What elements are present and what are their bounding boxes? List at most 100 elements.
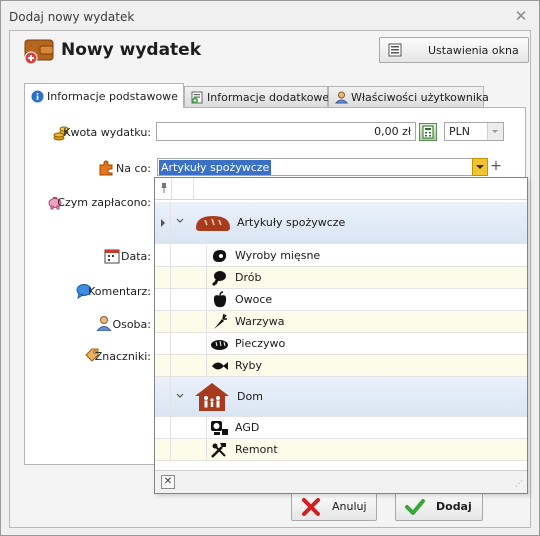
amount-value: 0,00 zł [374, 125, 411, 138]
item-label: Owoce [235, 293, 273, 306]
tools-icon [211, 443, 226, 458]
bread-icon [196, 216, 230, 231]
calculator-icon [422, 125, 434, 139]
appliance-icon [211, 421, 228, 435]
currency-value: PLN [449, 125, 470, 138]
category-combo[interactable]: Artykuły spożywcze [157, 158, 473, 176]
amount-input[interactable]: 0,00 zł [156, 122, 416, 141]
group-row[interactable]: Dom [155, 377, 527, 417]
window-settings-button[interactable]: Ustawienia okna [379, 37, 529, 63]
list-item[interactable]: Ryby [155, 355, 527, 377]
indent-cell [171, 311, 207, 332]
amount-label: Kwota wydatku: [63, 126, 151, 139]
settings-list-icon [388, 43, 402, 57]
bread-loaf-icon [211, 340, 228, 350]
payment-label: Czym zapłacono: [57, 196, 151, 209]
form-add-icon [191, 91, 203, 104]
row-indicator [155, 439, 171, 460]
apple-icon [213, 291, 227, 308]
person-label: Osoba: [112, 318, 151, 331]
list-item[interactable]: Wyroby mięsne [155, 245, 527, 267]
item-label: Remont [235, 443, 278, 456]
window-title: Dodaj nowy wydatek [9, 10, 135, 24]
indent-cell [171, 333, 207, 354]
chevron-down-icon [476, 165, 484, 169]
indent-cell [171, 417, 207, 438]
column-separator [171, 178, 172, 200]
checkmark-icon [405, 499, 425, 515]
row-indicator [155, 417, 171, 438]
list-item[interactable]: Owoce [155, 289, 527, 311]
info-icon [31, 90, 44, 103]
item-label: Drób [235, 271, 262, 284]
item-label: Wyroby mięsne [235, 249, 321, 262]
tab-strip: Informacje podstawowe Informacje dodatko… [24, 83, 524, 108]
carrot-icon [214, 313, 227, 329]
comment-label: Komentarz: [88, 285, 151, 298]
dialog-window: Dodaj nowy wydatek ✕ Nowy wydatek Ustawi [0, 0, 540, 536]
title-bar: Dodaj nowy wydatek ✕ [1, 1, 539, 31]
list-item[interactable]: Pieczywo [155, 333, 527, 355]
cancel-x-icon [302, 498, 320, 516]
dropdown-footer: ✕ ⋰ [155, 470, 527, 493]
item-label: Ryby [235, 359, 263, 372]
list-item[interactable]: Remont [155, 439, 527, 461]
tab-label: Informacje dodatkowe [207, 91, 330, 104]
category-selected-value: Artykuły spożywcze [159, 160, 272, 175]
add-button-label: Dodaj [436, 500, 472, 513]
item-label: AGD [235, 421, 260, 434]
tags-label: Znaczniki: [94, 350, 151, 363]
group-label: Artykuły spożywcze [237, 216, 346, 229]
resize-grip-icon[interactable]: ⋰ [515, 480, 525, 491]
close-icon[interactable]: ✕ [511, 6, 531, 26]
tab-label: Właściwości użytkownika [351, 91, 489, 104]
dialog-header: Nowy wydatek Ustawienia okna [10, 31, 530, 71]
column-separator [193, 178, 194, 200]
row-indicator [155, 355, 171, 376]
item-label: Pieczywo [235, 337, 286, 350]
indent-cell [171, 245, 207, 266]
row-indicator [155, 267, 171, 288]
add-category-button[interactable]: + [489, 158, 503, 176]
row-indicator [155, 202, 171, 243]
page-title: Nowy wydatek [61, 40, 202, 60]
list-item[interactable]: Drób [155, 267, 527, 289]
collapse-icon[interactable] [175, 391, 185, 404]
row-indicator [155, 311, 171, 332]
close-dropdown-button[interactable]: ✕ [161, 475, 175, 489]
group-label: Dom [237, 390, 263, 403]
cancel-button[interactable]: Anuluj [291, 491, 377, 521]
indent-cell [171, 355, 207, 376]
chevron-down-icon [487, 123, 503, 140]
item-label: Warzywa [235, 315, 285, 328]
tab-basic-info[interactable]: Informacje podstawowe [24, 83, 184, 108]
row-indicator [155, 377, 171, 416]
currency-select[interactable]: PLN [444, 122, 504, 141]
fish-icon [212, 362, 228, 370]
wallet-icon [24, 39, 54, 65]
group-row[interactable]: Artykuły spożywcze [155, 202, 527, 244]
tab-user-properties[interactable]: Właściwości użytkownika [328, 86, 489, 107]
meat-icon [213, 250, 227, 262]
settings-button-label: Ustawienia okna [428, 44, 519, 57]
pin-icon [159, 182, 169, 194]
chicken-leg-icon [212, 271, 226, 286]
row-indicator [155, 289, 171, 310]
home-family-icon [195, 383, 229, 411]
row-indicator [155, 333, 171, 354]
add-button[interactable]: Dodaj [395, 491, 483, 521]
row-indicator [155, 245, 171, 266]
indent-cell [171, 439, 207, 460]
tab-label: Informacje podstawowe [47, 90, 178, 103]
list-item[interactable]: AGD [155, 417, 527, 439]
calculator-button[interactable] [419, 123, 437, 141]
date-label: Data: [121, 250, 151, 263]
filter-row[interactable] [155, 178, 527, 200]
cancel-button-label: Anuluj [332, 500, 367, 513]
tab-additional-info[interactable]: Informacje dodatkowe [184, 86, 330, 107]
category-dropdown-button[interactable] [472, 158, 488, 176]
category-label: Na co: [116, 162, 151, 175]
collapse-icon[interactable] [175, 216, 185, 229]
indent-cell [171, 267, 207, 288]
list-item[interactable]: Warzywa [155, 311, 527, 333]
